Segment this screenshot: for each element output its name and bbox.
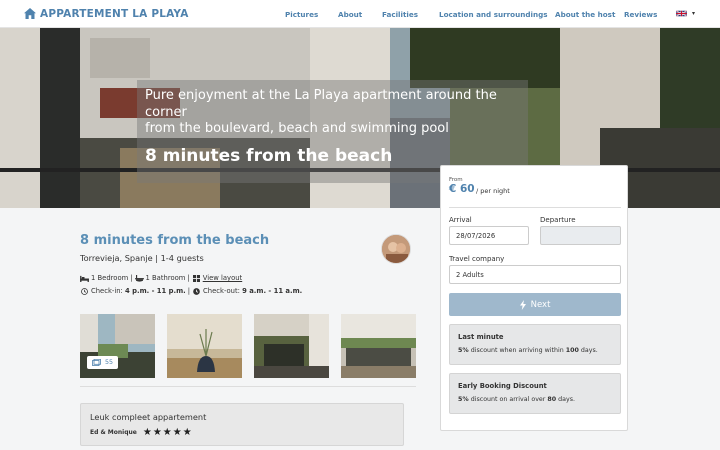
divider xyxy=(449,207,621,208)
brand-logo[interactable]: APPARTEMENT LA PLAYA xyxy=(24,8,189,20)
price: € 60 xyxy=(449,183,475,195)
room-facts: 1 Bedroom | 1 Bathroom | View layout xyxy=(80,274,242,282)
nav-item-host[interactable]: About the host xyxy=(555,10,615,19)
promo-text-mid: discount on arrival over xyxy=(468,396,548,403)
brand-name: APPARTEMENT LA PLAYA xyxy=(40,7,189,20)
nav-item-pictures[interactable]: Pictures xyxy=(285,10,318,19)
promo-days: 100 xyxy=(565,347,579,354)
photo-gallery: 55 xyxy=(80,314,428,378)
checkout-time: 9 a.m. - 11 a.m. xyxy=(242,287,303,295)
review-author: Ed & Monique xyxy=(90,429,137,436)
listing-title: 8 minutes from the beach xyxy=(80,233,270,248)
review-author-row: Ed & Monique ★★★★★ xyxy=(90,427,394,438)
departure-date-input[interactable] xyxy=(540,226,621,245)
review-card[interactable]: Leuk compleet appartement Ed & Monique ★… xyxy=(80,403,404,446)
promo-text-end: days. xyxy=(556,396,576,403)
photo-count-badge[interactable]: 55 xyxy=(87,356,119,369)
departure-label: Departure xyxy=(540,216,576,224)
gallery-thumb[interactable] xyxy=(341,314,416,378)
promo-text-mid: discount when arriving within xyxy=(468,347,566,354)
arrival-date-input[interactable]: 28/07/2026 xyxy=(449,226,529,245)
arrival-label: Arrival xyxy=(449,216,472,224)
thumb-photo xyxy=(341,314,416,378)
clock-solid-icon xyxy=(193,287,200,295)
layout-icon xyxy=(192,274,200,282)
hero-title: 8 minutes from the beach xyxy=(145,145,393,166)
travel-company-select[interactable]: 2 Adults xyxy=(449,265,621,284)
next-button[interactable]: Next xyxy=(449,293,621,316)
per-night-label: / per night xyxy=(476,187,510,195)
host-photo xyxy=(382,235,410,263)
checkin-checkout: Check-in: 4 p.m. - 11 p.m. | Check-out: … xyxy=(80,287,302,295)
chevron-down-icon: ▾ xyxy=(692,10,696,17)
promo-text: 5% discount on arrival over 80 days. xyxy=(458,396,612,403)
promo-text-end: days. xyxy=(578,347,598,354)
promo-early-booking: Early Booking Discount 5% discount on ar… xyxy=(449,373,621,414)
booking-panel: From € 60 / per night Arrival 28/07/2026… xyxy=(440,165,628,431)
home-icon xyxy=(24,8,36,19)
nav-item-location[interactable]: Location and surroundings xyxy=(439,10,548,19)
nav-item-reviews[interactable]: Reviews xyxy=(624,10,657,19)
bolt-icon xyxy=(519,299,526,310)
photo-count: 55 xyxy=(105,359,114,366)
checkout-label: Check-out: xyxy=(203,287,240,295)
gallery-thumb[interactable]: 55 xyxy=(80,314,155,378)
star-rating: ★★★★★ xyxy=(142,427,193,438)
gallery-thumb[interactable] xyxy=(254,314,329,378)
nav-item-facilities[interactable]: Facilities xyxy=(382,10,418,19)
bed-icon xyxy=(80,275,89,282)
nav-item-about[interactable]: About xyxy=(338,10,362,19)
promo-days: 80 xyxy=(547,396,557,403)
checkin-time: 4 p.m. - 11 p.m. xyxy=(125,287,186,295)
thumb-photo xyxy=(254,314,329,378)
promo-text: 5% discount when arriving within 100 day… xyxy=(458,347,612,354)
thumb-photo xyxy=(167,314,242,378)
promo-last-minute: Last minute 5% discount when arriving wi… xyxy=(449,324,621,365)
host-avatar[interactable] xyxy=(381,234,411,264)
review-text: Leuk compleet appartement xyxy=(90,412,207,422)
hero-subtitle-line2: from the boulevard, beach and swimming p… xyxy=(145,121,449,136)
bathroom-count: 1 Bathroom xyxy=(145,274,186,282)
bedroom-count: 1 Bedroom xyxy=(91,274,129,282)
view-layout-link[interactable]: View layout xyxy=(203,274,243,282)
clock-icon xyxy=(81,287,88,295)
checkin-label: Check-in: xyxy=(91,287,123,295)
listing-location: Torrevieja, Spanje | 1-4 guests xyxy=(80,253,204,263)
promo-percent: 5% xyxy=(458,347,469,354)
next-button-label: Next xyxy=(530,299,551,310)
language-selector[interactable]: ▾ xyxy=(676,10,695,17)
divider xyxy=(80,386,416,387)
bath-icon xyxy=(134,274,144,282)
promo-percent: 5% xyxy=(458,396,469,403)
hero-subtitle-line1: Pure enjoyment at the La Playa apartment… xyxy=(145,88,497,120)
navbar: APPARTEMENT LA PLAYA Pictures About Faci… xyxy=(0,0,720,28)
uk-flag-icon xyxy=(676,10,687,17)
travel-company-label: Travel company xyxy=(449,255,505,263)
promo-title: Early Booking Discount xyxy=(458,382,547,390)
gallery-thumb[interactable] xyxy=(167,314,242,378)
promo-title: Last minute xyxy=(458,333,504,341)
images-icon xyxy=(92,359,101,366)
